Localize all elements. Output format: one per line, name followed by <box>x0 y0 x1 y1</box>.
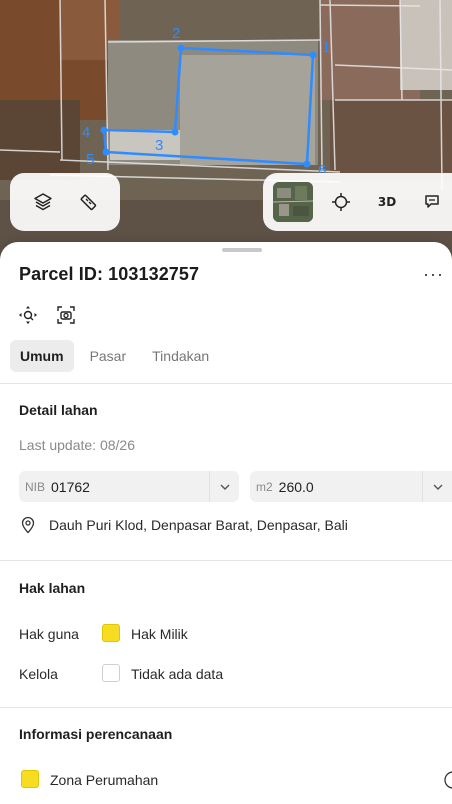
nib-select[interactable]: NIB 01762 <box>19 471 239 502</box>
parcel-title: Parcel ID: 103132757 <box>19 263 200 284</box>
parcel-point-label: 4 <box>82 124 90 141</box>
location-pin-icon <box>21 516 35 534</box>
ruler-icon <box>80 194 96 211</box>
divider <box>0 707 452 708</box>
management-label: Kelola <box>19 666 58 682</box>
area-unit: m2 <box>256 479 273 494</box>
land-detail-title: Detail lahan <box>19 402 98 418</box>
layers-icon <box>33 193 52 211</box>
basemap-thumbnail[interactable] <box>273 182 313 222</box>
chevron-down-icon <box>209 471 239 502</box>
address-row: Dauh Puri Klod, Denpasar Barat, Denpasar… <box>19 516 348 534</box>
nib-value: 01762 <box>51 478 90 495</box>
parcel-detail-sheet: Parcel ID: 103132757 ··· × Umum Pasar <box>0 242 452 804</box>
feedback-button[interactable] <box>415 184 451 220</box>
management-value: Tidak ada data <box>131 666 224 682</box>
tab-tindakan[interactable]: Tindakan <box>142 340 219 372</box>
parcel-point-label: 1 <box>322 39 330 56</box>
usage-right-swatch <box>102 624 120 642</box>
crosshair-icon <box>332 193 350 211</box>
zone-label: Zona Perumahan <box>50 772 159 788</box>
locate-button[interactable] <box>323 184 359 220</box>
area-select[interactable]: m2 260.0 <box>250 471 452 502</box>
parcel-point-label: 3 <box>155 137 163 154</box>
area-value: 260.0 <box>278 478 314 495</box>
planning-title: Informasi perencanaan <box>19 726 173 742</box>
nib-prefix: NIB <box>25 479 46 494</box>
measure-button[interactable] <box>70 184 106 220</box>
parcel-point-label: 5 <box>86 151 94 168</box>
map-tool-group <box>10 173 120 231</box>
last-update-text: Last update: 08/26 <box>19 437 135 453</box>
satellite-thumbnail-icon <box>273 182 313 222</box>
tab-pasar[interactable]: Pasar <box>80 340 137 372</box>
zoom-to-parcel-icon <box>19 306 37 324</box>
usage-right-label: Hak guna <box>19 626 79 642</box>
layers-button[interactable] <box>25 184 61 220</box>
map-control-group: 3D <box>263 173 452 231</box>
screenshot-icon <box>57 306 75 324</box>
tab-umum[interactable]: Umum <box>10 340 74 372</box>
chevron-down-icon <box>422 471 452 502</box>
divider <box>0 560 452 561</box>
info-icon[interactable] <box>443 769 452 791</box>
tab-bar: Umum Pasar Tindakan <box>10 340 219 372</box>
sheet-tool-row <box>17 304 77 326</box>
more-options-button[interactable]: ··· <box>423 264 444 285</box>
address-text: Dauh Puri Klod, Denpasar Barat, Denpasar… <box>49 517 348 533</box>
land-rights-title: Hak lahan <box>19 580 86 596</box>
zone-swatch <box>21 770 39 788</box>
view-3d-button[interactable]: 3D <box>369 184 405 220</box>
chat-icon <box>425 195 439 208</box>
map-view[interactable]: 1 2 3 4 5 6 3D <box>0 0 452 260</box>
sheet-header: Parcel ID: 103132757 ··· × <box>19 262 452 286</box>
zoom-to-parcel-button[interactable] <box>17 304 39 326</box>
usage-right-value: Hak Milik <box>131 626 188 642</box>
screenshot-button[interactable] <box>55 304 77 326</box>
divider <box>0 383 452 384</box>
sheet-drag-handle[interactable] <box>222 248 262 252</box>
parcel-point-label: 2 <box>172 25 180 42</box>
management-swatch <box>102 664 120 682</box>
